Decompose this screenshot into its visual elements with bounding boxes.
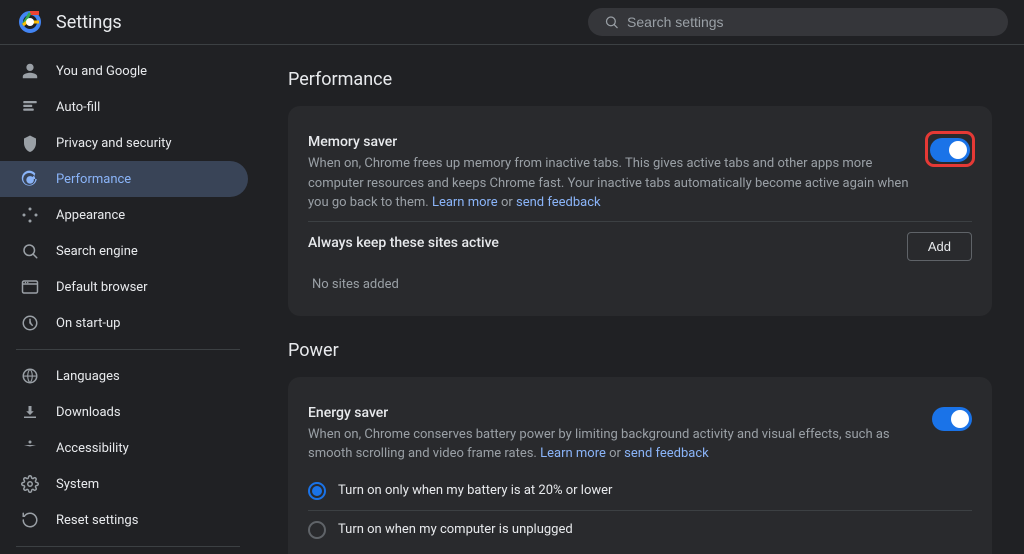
sidebar-item-auto-fill[interactable]: Auto-fill xyxy=(0,89,248,125)
sidebar-item-accessibility[interactable]: Accessibility xyxy=(0,430,248,466)
sidebar-item-appearance[interactable]: Appearance xyxy=(0,197,248,233)
memory-saver-desc: When on, Chrome frees up memory from ina… xyxy=(308,154,912,213)
energy-saver-label: Energy saver xyxy=(308,405,916,421)
energy-saver-toggle[interactable] xyxy=(932,407,972,431)
always-keep-active-row: Always keep these sites active Add xyxy=(308,221,972,269)
default-browser-icon xyxy=(20,277,40,297)
sidebar-item-label-search-engine: Search engine xyxy=(56,244,138,259)
memory-saver-learn-more[interactable]: Learn more xyxy=(432,195,498,210)
sidebar-item-label-downloads: Downloads xyxy=(56,405,121,420)
reset-settings-icon xyxy=(20,510,40,530)
you-and-google-icon xyxy=(20,61,40,81)
sidebar-item-languages[interactable]: Languages xyxy=(0,358,248,394)
sidebar-item-label-on-startup: On start-up xyxy=(56,316,120,331)
sidebar-divider xyxy=(16,546,240,547)
page-title: Settings xyxy=(56,12,122,33)
sidebar-item-label-performance: Performance xyxy=(56,172,131,187)
auto-fill-icon xyxy=(20,97,40,117)
sidebar-item-downloads[interactable]: Downloads xyxy=(0,394,248,430)
search-bar[interactable] xyxy=(588,8,1008,36)
search-icon xyxy=(604,14,619,30)
energy-saver-content: Energy saver When on, Chrome conserves b… xyxy=(308,405,932,464)
radio-unplugged[interactable] xyxy=(308,521,326,539)
performance-section-title: Performance xyxy=(288,69,992,90)
sidebar-item-reset-settings[interactable]: Reset settings xyxy=(0,502,248,538)
radio-battery-20[interactable] xyxy=(308,482,326,500)
main-content: Performance Memory saver When on, Chrome… xyxy=(256,45,1024,554)
energy-saver-row: Energy saver When on, Chrome conserves b… xyxy=(308,397,972,472)
sidebar-item-label-reset-settings: Reset settings xyxy=(56,513,138,528)
sidebar-item-on-startup[interactable]: On start-up xyxy=(0,305,248,341)
sidebar-item-performance[interactable]: Performance xyxy=(0,161,248,197)
performance-icon xyxy=(20,169,40,189)
sidebar-item-you-and-google[interactable]: You and Google xyxy=(0,53,248,89)
memory-saver-content: Memory saver When on, Chrome frees up me… xyxy=(308,134,928,213)
power-section-title: Power xyxy=(288,340,992,361)
sidebar-item-label-privacy-and-security: Privacy and security xyxy=(56,136,172,151)
add-sites-button[interactable]: Add xyxy=(907,232,972,261)
sidebar-item-label-you-and-google: You and Google xyxy=(56,64,147,79)
search-input[interactable] xyxy=(627,14,992,30)
memory-saver-row: Memory saver When on, Chrome frees up me… xyxy=(308,126,972,221)
privacy-and-security-icon xyxy=(20,133,40,153)
sidebar-item-label-accessibility: Accessibility xyxy=(56,441,129,456)
chrome-logo xyxy=(16,8,44,36)
languages-icon xyxy=(20,366,40,386)
radio-label-unplugged: Turn on when my computer is unplugged xyxy=(338,522,573,537)
sidebar-item-search-engine[interactable]: Search engine xyxy=(0,233,248,269)
memory-saver-toggle-wrapper xyxy=(928,134,972,164)
sidebar: You and Google Auto-fill Privacy and secur… xyxy=(0,45,256,554)
performance-card: Memory saver When on, Chrome frees up me… xyxy=(288,106,992,316)
sidebar-item-label-auto-fill: Auto-fill xyxy=(56,100,100,115)
memory-saver-send-feedback[interactable]: send feedback xyxy=(516,195,601,210)
energy-saver-learn-more[interactable]: Learn more xyxy=(540,446,606,461)
always-keep-active-content: Always keep these sites active xyxy=(308,235,907,255)
sidebar-item-privacy-and-security[interactable]: Privacy and security xyxy=(0,125,248,161)
sidebar-item-label-default-browser: Default browser xyxy=(56,280,148,295)
no-sites-text: No sites added xyxy=(308,269,972,296)
sidebar-divider xyxy=(16,349,240,350)
energy-saver-send-feedback[interactable]: send feedback xyxy=(624,446,709,461)
on-startup-icon xyxy=(20,313,40,333)
sidebar-item-system[interactable]: System xyxy=(0,466,248,502)
accessibility-icon xyxy=(20,438,40,458)
sidebar-item-label-appearance: Appearance xyxy=(56,208,125,223)
downloads-icon xyxy=(20,402,40,422)
sidebar-item-label-system: System xyxy=(56,477,99,492)
sidebar-item-label-languages: Languages xyxy=(56,369,120,384)
header: Settings xyxy=(0,0,1024,45)
appearance-icon xyxy=(20,205,40,225)
memory-saver-label: Memory saver xyxy=(308,134,912,150)
radio-row-unplugged[interactable]: Turn on when my computer is unplugged xyxy=(308,510,972,549)
energy-saver-desc: When on, Chrome conserves battery power … xyxy=(308,425,916,464)
sidebar-item-default-browser[interactable]: Default browser xyxy=(0,269,248,305)
memory-saver-toggle[interactable] xyxy=(930,138,970,162)
search-engine-icon xyxy=(20,241,40,261)
system-icon xyxy=(20,474,40,494)
radio-label-battery-20: Turn on only when my battery is at 20% o… xyxy=(338,483,612,498)
power-card: Energy saver When on, Chrome conserves b… xyxy=(288,377,992,554)
radio-row-battery-20[interactable]: Turn on only when my battery is at 20% o… xyxy=(308,472,972,510)
always-keep-active-label: Always keep these sites active xyxy=(308,235,891,251)
